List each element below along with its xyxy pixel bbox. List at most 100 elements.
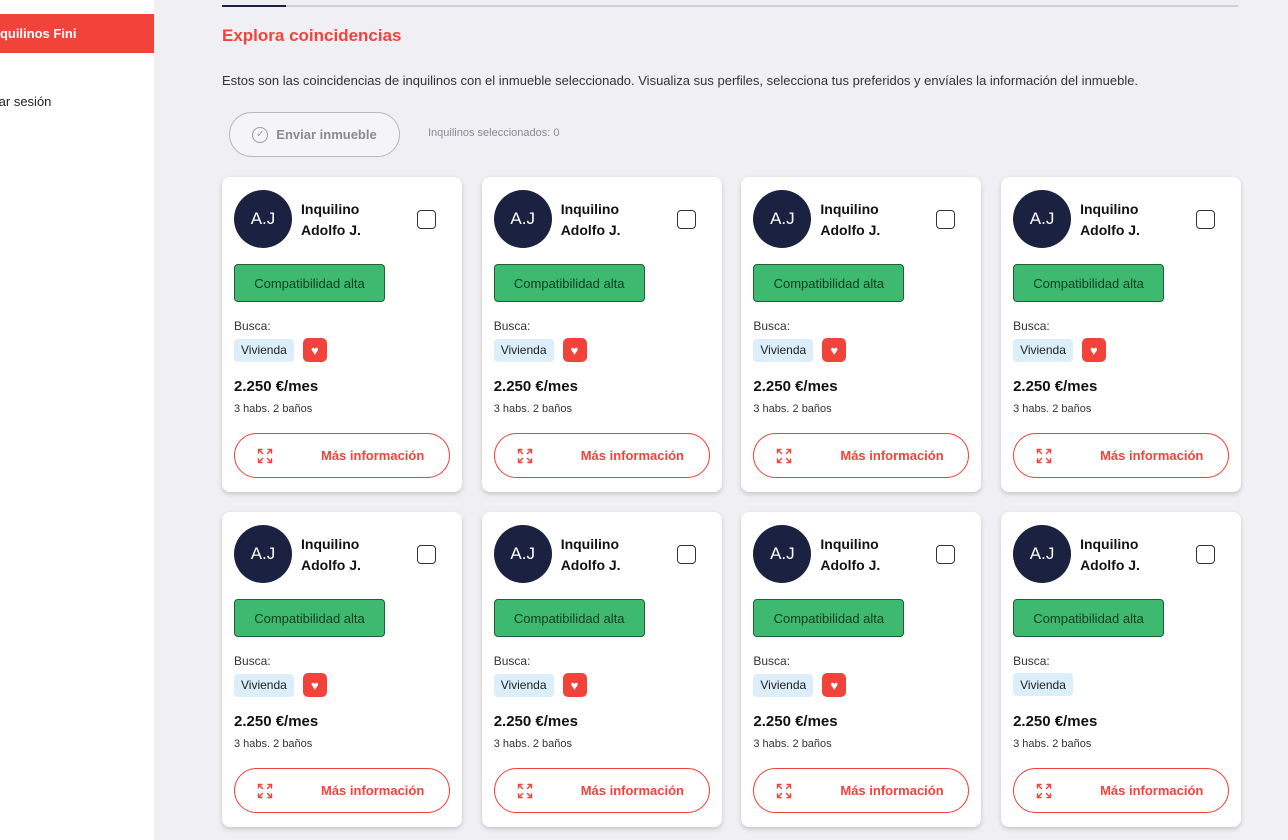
expand-icon	[257, 448, 273, 463]
expand-icon	[1036, 783, 1052, 798]
more-info-label: Más información	[1100, 448, 1204, 463]
avatar: A.J	[1013, 525, 1072, 583]
expand-icon	[517, 448, 532, 463]
rooms-info: 3 habs. 2 baños	[1013, 403, 1092, 415]
sidebar-item-inquilinos[interactable]: nquilinos Fini	[0, 14, 154, 53]
tenant-name-line2: Adolfo J.	[820, 222, 881, 238]
main-content: Explora coincidencias Estos son las coin…	[154, 0, 1288, 840]
rooms-info: 3 habs. 2 baños	[493, 738, 572, 750]
tenant-card: A.J Inquilino Adolfo J. Compatibilidad a…	[222, 177, 462, 492]
avatar: A.J	[234, 190, 292, 248]
compatibility-label: Compatibilidad alta	[773, 610, 885, 626]
more-info-button[interactable]: Más información	[234, 433, 450, 478]
compatibility-label: Compatibilidad alta	[513, 610, 625, 626]
more-info-button[interactable]: Más información	[1013, 768, 1230, 813]
tenant-name-line1: Inquilino	[560, 201, 620, 217]
send-property-label: Enviar inmueble	[276, 127, 377, 142]
price: 2.250 €/mes	[234, 713, 319, 730]
avatar-initials: A.J	[770, 209, 795, 228]
housing-tag: Vivienda	[753, 673, 814, 697]
heart-icon: ♥	[562, 673, 587, 697]
more-info-label: Más información	[840, 783, 944, 798]
select-tenant-checkbox[interactable]	[417, 210, 436, 229]
more-info-button[interactable]: Más información	[493, 433, 710, 478]
compatibility-label: Compatibilidad alta	[254, 275, 365, 291]
heart-icon: ♥	[302, 338, 327, 362]
heart-icon: ♥	[562, 338, 587, 362]
avatar: A.J	[1013, 190, 1072, 248]
tenant-card: A.J Inquilino Adolfo J. Compatibilidad a…	[481, 177, 722, 492]
tenant-card: A.J Inquilino Adolfo J. Compatibilidad a…	[1001, 177, 1242, 492]
compatibility-badge: Compatibilidad alta	[493, 599, 645, 637]
avatar-initials: A.J	[770, 544, 795, 563]
more-info-label: Más información	[321, 783, 425, 798]
tenant-name-line2: Adolfo J.	[560, 222, 621, 238]
page-description: Estos son las coincidencias de inquilino…	[222, 73, 1139, 88]
heart-icon: ♥	[302, 673, 327, 697]
price: 2.250 €/mes	[493, 713, 578, 730]
rooms-info: 3 habs. 2 baños	[234, 403, 313, 415]
select-tenant-checkbox[interactable]	[676, 210, 696, 229]
avatar-initials: A.J	[1029, 209, 1055, 228]
search-tags: Vivienda ♥	[1013, 338, 1106, 362]
housing-tag: Vivienda	[493, 673, 554, 697]
housing-tag: Vivienda	[1013, 673, 1073, 696]
tenant-name-line1: Inquilino	[301, 536, 360, 552]
search-label: Busca:	[493, 319, 531, 333]
tenant-name-line1: Inquilino	[560, 536, 620, 552]
search-tags: Vivienda	[1013, 673, 1073, 696]
more-info-button[interactable]: Más información	[753, 433, 970, 478]
check-circle-icon: ✓	[252, 126, 269, 143]
more-info-button[interactable]: Más información	[753, 768, 970, 813]
tenant-name: Inquilino Adolfo J.	[561, 199, 661, 241]
tenant-name-line1: Inquilino	[1080, 201, 1139, 217]
more-info-label: Más información	[840, 448, 944, 463]
more-info-label: Más información	[580, 783, 684, 798]
search-label: Busca:	[753, 319, 791, 333]
tab-active-indicator	[222, 5, 286, 7]
heart-icon: ♥	[822, 338, 847, 362]
select-tenant-checkbox[interactable]	[1196, 545, 1216, 564]
avatar: A.J	[753, 190, 812, 248]
expand-icon	[1036, 448, 1052, 463]
tenant-name-line2: Adolfo J.	[1080, 557, 1140, 573]
sidebar-item-label: rrar sesión	[0, 93, 52, 109]
tenant-card: A.J Inquilino Adolfo J. Compatibilidad a…	[741, 177, 982, 492]
compatibility-badge: Compatibilidad alta	[234, 599, 385, 637]
rooms-info: 3 habs. 2 baños	[234, 738, 313, 750]
search-label: Busca:	[234, 654, 271, 668]
compatibility-badge: Compatibilidad alta	[1013, 599, 1165, 637]
avatar-initials: A.J	[1029, 544, 1055, 563]
tenant-name: Inquilino Adolfo J.	[1080, 199, 1180, 241]
heart-icon: ♥	[822, 673, 847, 697]
more-info-button[interactable]: Más información	[1013, 433, 1230, 478]
avatar-initials: A.J	[250, 209, 276, 228]
select-tenant-checkbox[interactable]	[936, 210, 956, 229]
expand-icon	[777, 783, 792, 798]
more-info-button[interactable]: Más información	[493, 768, 710, 813]
more-info-button[interactable]: Más información	[234, 768, 450, 813]
price: 2.250 €/mes	[234, 378, 319, 395]
compatibility-badge: Compatibilidad alta	[1013, 264, 1165, 302]
expand-icon	[257, 783, 273, 798]
search-label: Busca:	[1013, 319, 1050, 333]
page-title: Explora coincidencias	[222, 26, 402, 45]
select-tenant-checkbox[interactable]	[936, 545, 956, 564]
select-tenant-checkbox[interactable]	[417, 545, 436, 564]
tenant-name-line1: Inquilino	[301, 201, 360, 217]
send-property-button[interactable]: ✓ Enviar inmueble	[229, 112, 400, 157]
expand-icon	[777, 448, 792, 463]
select-tenant-checkbox[interactable]	[676, 545, 696, 564]
price: 2.250 €/mes	[493, 378, 578, 395]
avatar: A.J	[493, 525, 552, 583]
search-tags: Vivienda ♥	[234, 673, 327, 697]
tenant-name: Inquilino Adolfo J.	[301, 534, 401, 576]
search-tags: Vivienda ♥	[234, 338, 327, 362]
tenant-card: A.J Inquilino Adolfo J. Compatibilidad a…	[741, 512, 982, 827]
tenant-card: A.J Inquilino Adolfo J. Compatibilidad a…	[1001, 512, 1242, 827]
sidebar-item-logout[interactable]: rrar sesión	[0, 90, 154, 112]
select-tenant-checkbox[interactable]	[1196, 210, 1216, 229]
tab-divider	[222, 5, 1238, 7]
compatibility-badge: Compatibilidad alta	[234, 264, 385, 302]
housing-tag: Vivienda	[1013, 338, 1073, 362]
